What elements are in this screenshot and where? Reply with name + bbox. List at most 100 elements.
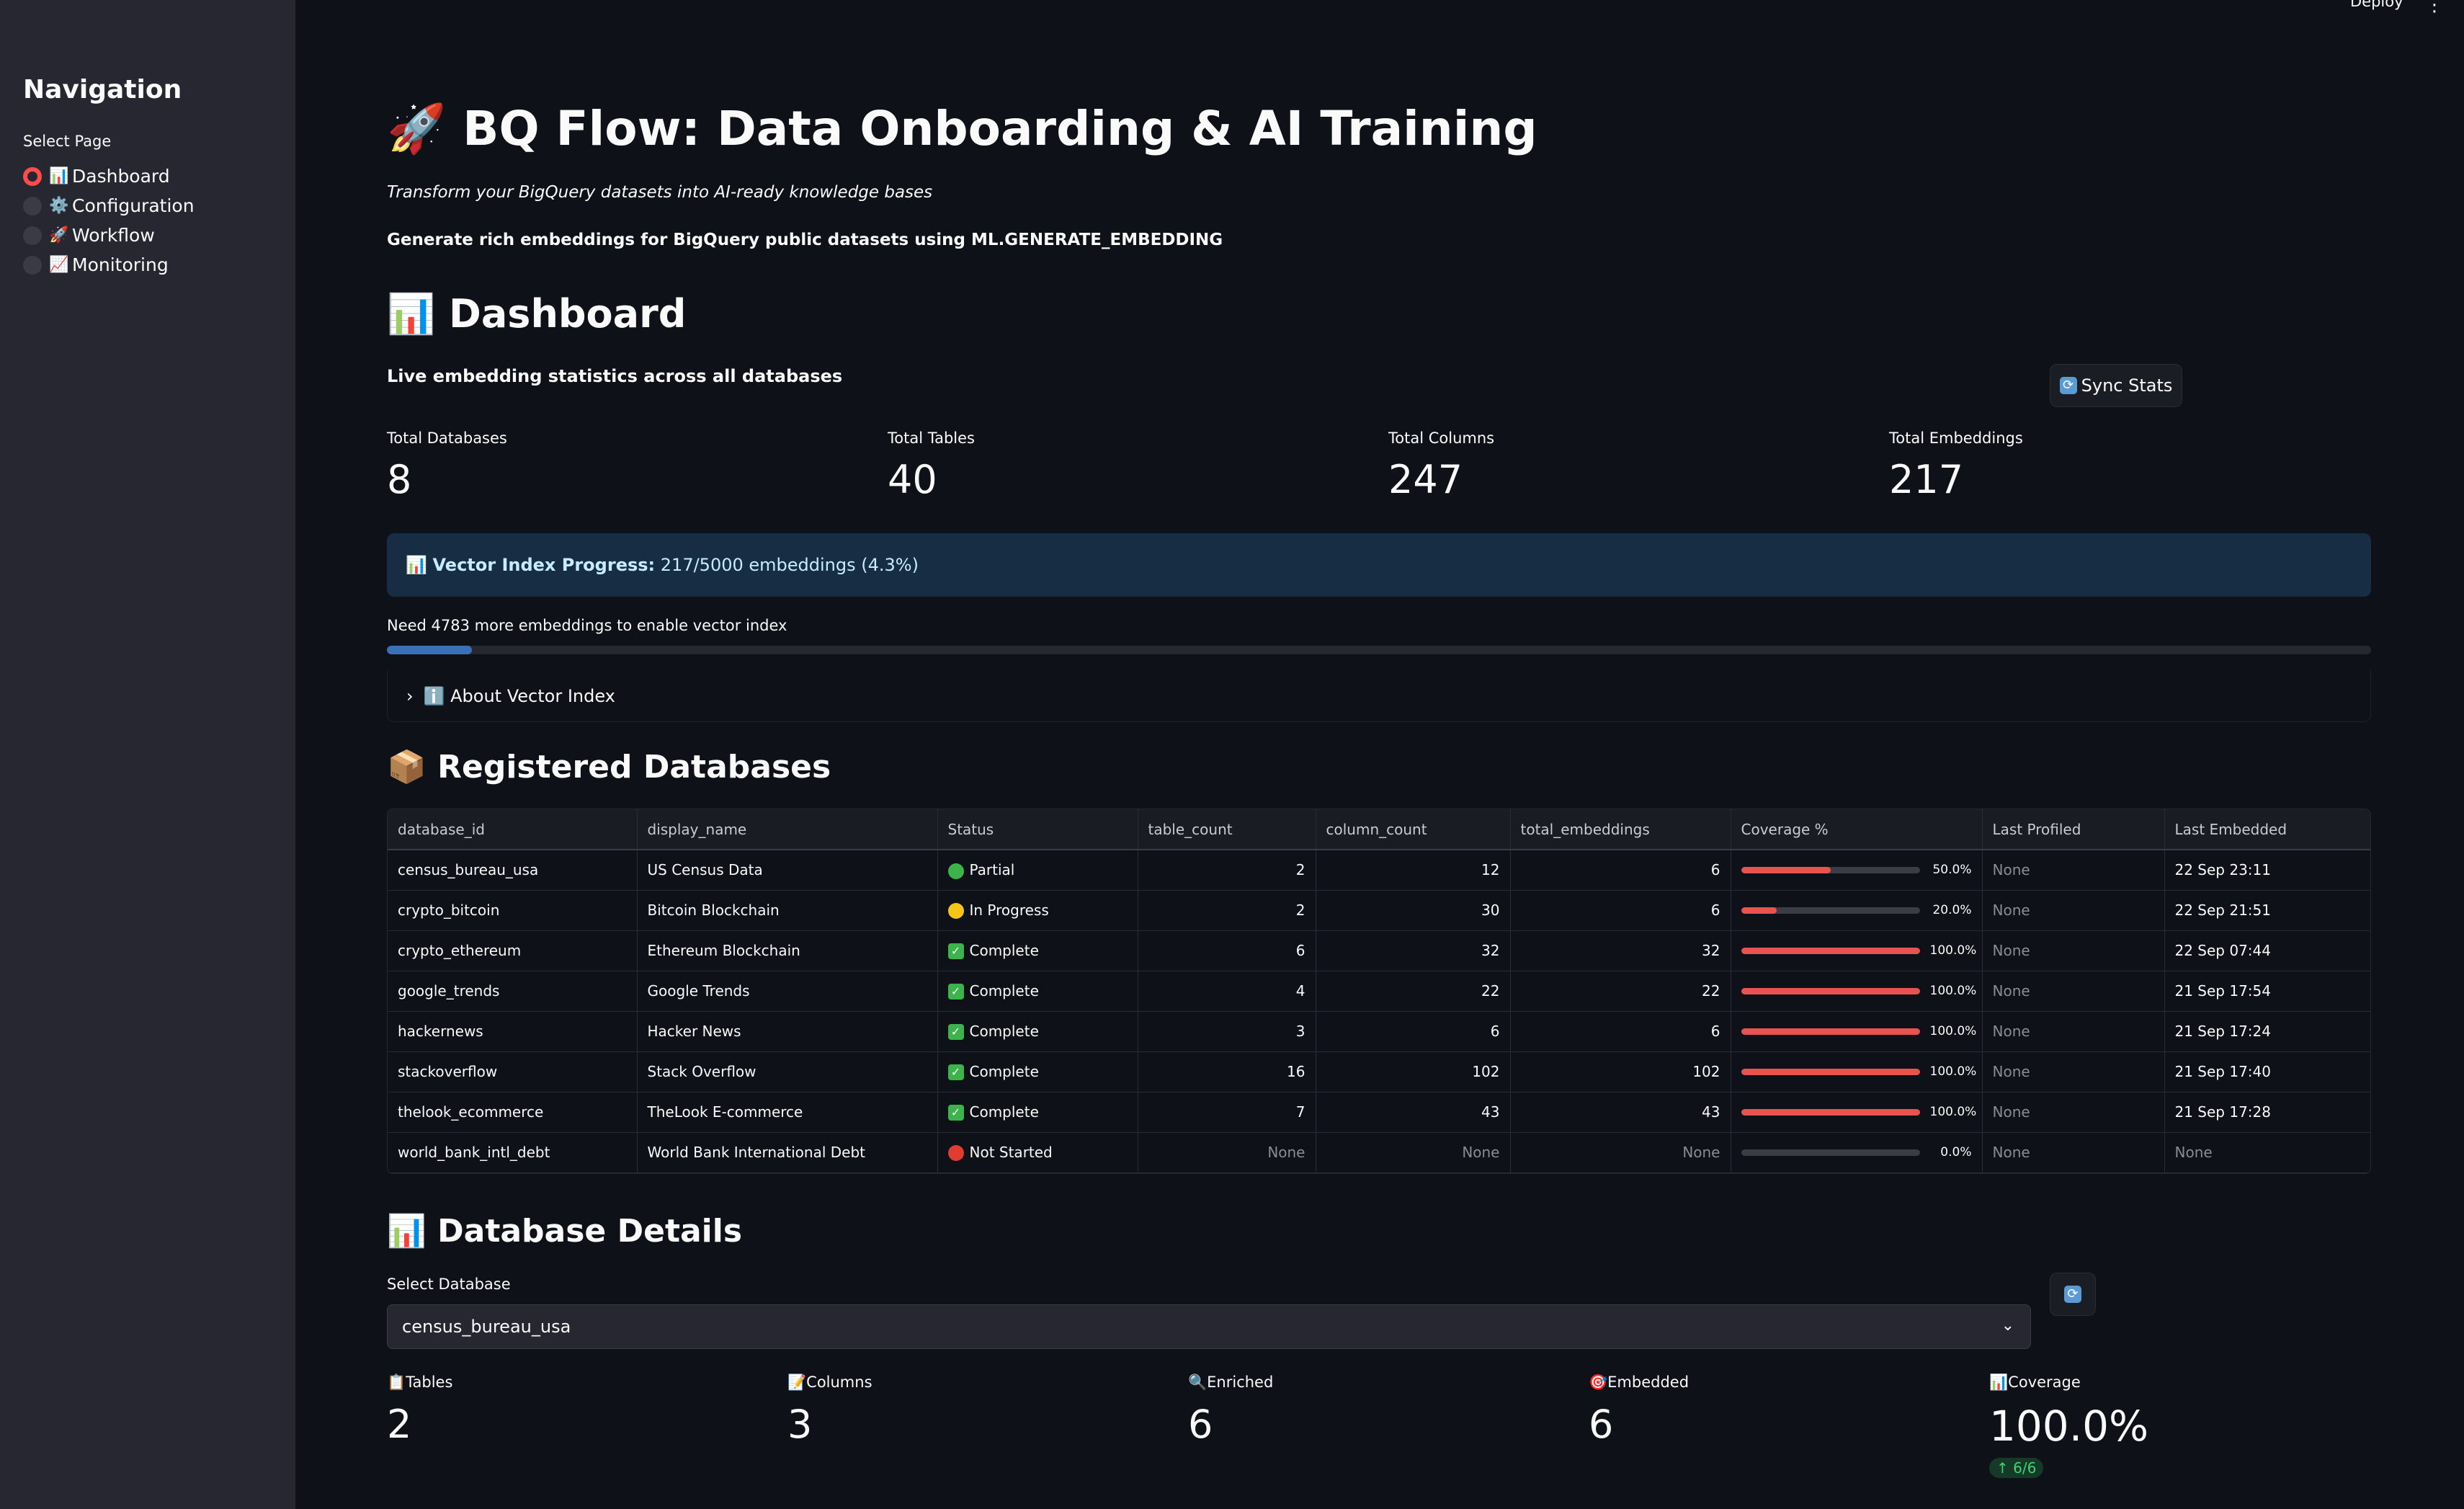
table-cell[interactable]: 12 bbox=[1316, 850, 1511, 891]
about-vector-index-expander[interactable]: › ℹ️ About Vector Index bbox=[387, 670, 2371, 722]
nav-item-configuration[interactable]: ⚙️ Configuration bbox=[23, 191, 195, 221]
table-cell[interactable]: 50.0% bbox=[1731, 850, 1983, 891]
table-cell[interactable]: None bbox=[1982, 850, 2165, 891]
table-cell[interactable]: 16 bbox=[1138, 1051, 1316, 1092]
nav-item-monitoring[interactable]: 📈 Monitoring bbox=[23, 250, 195, 280]
table-cell[interactable]: Not Started bbox=[937, 1132, 1138, 1173]
refresh-details-button[interactable]: ⟳ bbox=[2050, 1273, 2096, 1316]
table-cell[interactable]: 2 bbox=[1138, 890, 1316, 931]
table-cell[interactable]: 21 Sep 17:54 bbox=[2164, 971, 2370, 1012]
nav-item-dashboard[interactable]: 📊 Dashboard bbox=[23, 161, 195, 191]
table-cell[interactable]: 100.0% bbox=[1731, 1011, 1983, 1052]
table-cell[interactable]: 6 bbox=[1510, 1011, 1731, 1052]
deploy-button[interactable]: Deploy bbox=[2350, 0, 2403, 10]
column-header[interactable]: database_id bbox=[388, 809, 638, 850]
table-cell[interactable]: 7 bbox=[1138, 1092, 1316, 1133]
column-header[interactable]: Last Embedded bbox=[2164, 809, 2370, 850]
table-cell[interactable]: None bbox=[1982, 1011, 2165, 1052]
table-cell[interactable]: 43 bbox=[1510, 1092, 1731, 1133]
table-cell[interactable]: ✓ Complete bbox=[937, 1051, 1138, 1092]
table-cell[interactable]: stackoverflow bbox=[388, 1051, 638, 1092]
table-cell[interactable]: Hacker News bbox=[637, 1011, 938, 1052]
table-cell[interactable]: ✓ Complete bbox=[937, 971, 1138, 1012]
table-cell[interactable]: census_bureau_usa bbox=[388, 850, 638, 891]
sync-stats-button[interactable]: ⟳ Sync Stats bbox=[2050, 364, 2182, 407]
column-header[interactable]: total_embeddings bbox=[1510, 809, 1731, 850]
column-header[interactable]: Status bbox=[937, 809, 1138, 850]
table-cell[interactable]: 22 bbox=[1316, 971, 1511, 1012]
databases-table[interactable]: database_id display_name Status table_co… bbox=[387, 809, 2371, 1174]
table-row[interactable]: crypto_ethereum Ethereum Blockchain ✓ Compl… bbox=[388, 930, 2370, 971]
radio-icon[interactable] bbox=[23, 255, 42, 275]
table-cell[interactable]: 20.0% bbox=[1731, 890, 1983, 931]
table-cell[interactable]: world_bank_intl_debt bbox=[388, 1132, 638, 1173]
table-cell[interactable]: 100.0% bbox=[1731, 930, 1983, 971]
more-menu-icon[interactable]: ⋮ bbox=[2425, 0, 2444, 16]
table-cell[interactable]: ✓ Complete bbox=[937, 930, 1138, 971]
table-cell[interactable]: 32 bbox=[1510, 930, 1731, 971]
table-cell[interactable]: 6 bbox=[1510, 890, 1731, 931]
table-cell[interactable]: 100.0% bbox=[1731, 971, 1983, 1012]
table-cell[interactable]: US Census Data bbox=[637, 850, 938, 891]
table-cell[interactable]: 22 Sep 21:51 bbox=[2164, 890, 2370, 931]
database-select[interactable]: census_bureau_usa ⌄ bbox=[387, 1304, 2031, 1349]
table-cell[interactable]: Google Trends bbox=[637, 971, 938, 1012]
table-cell[interactable]: Bitcoin Blockchain bbox=[637, 890, 938, 931]
radio-icon[interactable] bbox=[23, 226, 42, 245]
column-header[interactable]: Last Profiled bbox=[1982, 809, 2165, 850]
radio-icon[interactable] bbox=[23, 196, 42, 215]
table-cell[interactable]: 3 bbox=[1138, 1011, 1316, 1052]
column-header[interactable]: display_name bbox=[637, 809, 938, 850]
table-row[interactable]: census_bureau_usa US Census Data Partial 2 1… bbox=[388, 850, 2370, 891]
column-header[interactable]: column_count bbox=[1316, 809, 1511, 850]
radio-selected-icon[interactable] bbox=[23, 166, 42, 186]
table-cell[interactable]: 6 bbox=[1138, 930, 1316, 971]
table-cell[interactable]: Ethereum Blockchain bbox=[637, 930, 938, 971]
table-cell[interactable]: None bbox=[1316, 1132, 1511, 1173]
table-cell[interactable]: 0.0% bbox=[1731, 1132, 1983, 1173]
table-row[interactable]: thelook_ecommerce TheLook E-commerce ✓ Comp… bbox=[388, 1092, 2370, 1133]
table-cell[interactable]: 4 bbox=[1138, 971, 1316, 1012]
table-cell[interactable]: 21 Sep 17:40 bbox=[2164, 1051, 2370, 1092]
table-cell[interactable]: 30 bbox=[1316, 890, 1511, 931]
table-cell[interactable]: 100.0% bbox=[1731, 1051, 1983, 1092]
table-cell[interactable]: ✓ Complete bbox=[937, 1092, 1138, 1133]
table-row[interactable]: world_bank_intl_debt World Bank Internati… bbox=[388, 1132, 2370, 1173]
column-header[interactable]: Coverage % bbox=[1731, 809, 1983, 850]
table-cell[interactable]: 22 bbox=[1510, 971, 1731, 1012]
table-cell[interactable]: None bbox=[1982, 890, 2165, 931]
table-cell[interactable]: 21 Sep 17:24 bbox=[2164, 1011, 2370, 1052]
table-cell[interactable]: None bbox=[1982, 1051, 2165, 1092]
table-cell[interactable]: ✓ Complete bbox=[937, 1011, 1138, 1052]
table-cell[interactable]: Partial bbox=[937, 850, 1138, 891]
table-cell[interactable]: In Progress bbox=[937, 890, 1138, 931]
table-cell[interactable]: World Bank International Debt bbox=[637, 1132, 938, 1173]
table-cell[interactable]: 102 bbox=[1316, 1051, 1511, 1092]
table-cell[interactable]: hackernews bbox=[388, 1011, 638, 1052]
table-cell[interactable]: thelook_ecommerce bbox=[388, 1092, 638, 1133]
table-cell[interactable]: None bbox=[1138, 1132, 1316, 1173]
table-row[interactable]: hackernews Hacker News ✓ Complete 3 6 6 100.0% N… bbox=[388, 1011, 2370, 1052]
table-row[interactable]: stackoverflow Stack Overflow ✓ Complete 16 10… bbox=[388, 1051, 2370, 1092]
table-cell[interactable]: crypto_bitcoin bbox=[388, 890, 638, 931]
column-header[interactable]: table_count bbox=[1138, 809, 1316, 850]
table-cell[interactable]: None bbox=[1982, 1132, 2165, 1173]
table-cell[interactable]: None bbox=[1510, 1132, 1731, 1173]
table-cell[interactable]: 2 bbox=[1138, 850, 1316, 891]
table-cell[interactable]: crypto_ethereum bbox=[388, 930, 638, 971]
table-cell[interactable]: 6 bbox=[1316, 1011, 1511, 1052]
table-cell[interactable]: None bbox=[1982, 971, 2165, 1012]
table-cell[interactable]: None bbox=[1982, 1092, 2165, 1133]
table-cell[interactable]: google_trends bbox=[388, 971, 638, 1012]
nav-item-workflow[interactable]: 🚀 Workflow bbox=[23, 221, 195, 250]
table-cell[interactable]: 22 Sep 23:11 bbox=[2164, 850, 2370, 891]
table-cell[interactable]: 6 bbox=[1510, 850, 1731, 891]
table-cell[interactable]: 22 Sep 07:44 bbox=[2164, 930, 2370, 971]
table-cell[interactable]: None bbox=[1982, 930, 2165, 971]
table-row[interactable]: crypto_bitcoin Bitcoin Blockchain In Progr… bbox=[388, 890, 2370, 931]
table-cell[interactable]: None bbox=[2164, 1132, 2370, 1173]
table-row[interactable]: google_trends Google Trends ✓ Complete 4 22 22… bbox=[388, 971, 2370, 1012]
table-cell[interactable]: 21 Sep 17:28 bbox=[2164, 1092, 2370, 1133]
table-cell[interactable]: TheLook E-commerce bbox=[637, 1092, 938, 1133]
table-cell[interactable]: Stack Overflow bbox=[637, 1051, 938, 1092]
